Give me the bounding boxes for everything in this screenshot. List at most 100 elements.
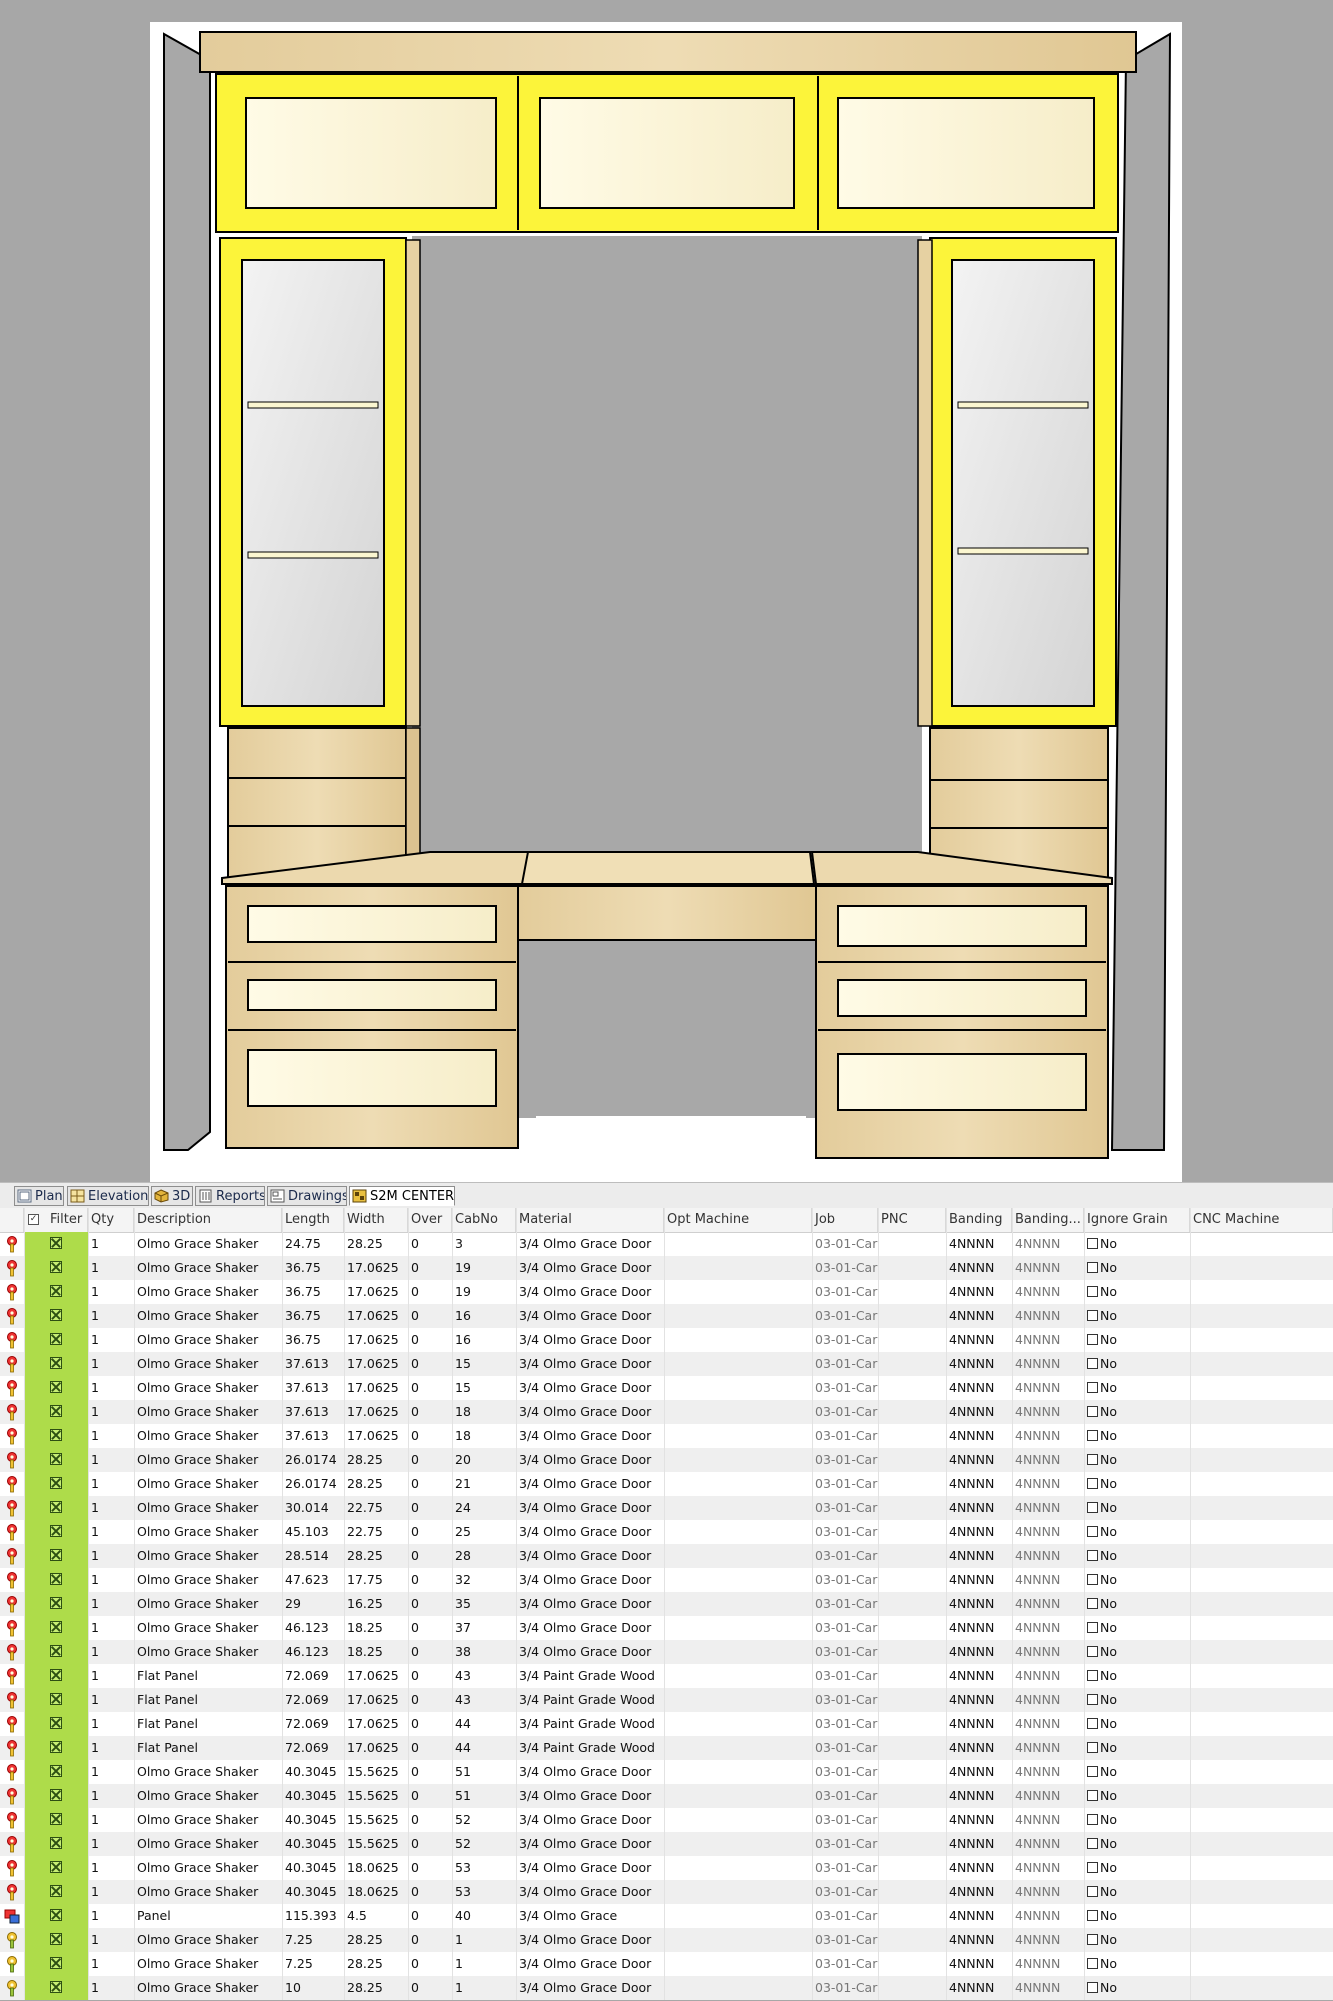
filter-checkbox-icon[interactable] (50, 1381, 62, 1393)
ignore-grain-checkbox[interactable] (1087, 1382, 1098, 1393)
filter-cell[interactable] (24, 1472, 88, 1496)
table-row[interactable]: 1 Olmo Grace Shaker 40.3045 18.0625 0 53 3/4 O… (0, 1856, 1333, 1880)
header-width[interactable]: Width (344, 1208, 408, 1232)
filter-checkbox-icon[interactable] (50, 1453, 62, 1465)
ignore-grain-checkbox[interactable] (1087, 1598, 1098, 1609)
ignore-grain-checkbox[interactable] (1087, 1502, 1098, 1513)
ignore-grain-checkbox[interactable] (1087, 1430, 1098, 1441)
tab-drawings[interactable]: Drawings (267, 1186, 347, 1206)
ignore-grain-checkbox[interactable] (1087, 1934, 1098, 1945)
header-cnc-machine[interactable]: CNC Machine (1190, 1208, 1333, 1232)
filter-checkbox-icon[interactable] (50, 1429, 62, 1441)
ignore-grain-cell[interactable]: No (1084, 1688, 1190, 1712)
filter-cell[interactable] (24, 1688, 88, 1712)
table-row[interactable]: 1 Olmo Grace Shaker 37.613 17.0625 0 15 3/4 Ol… (0, 1376, 1333, 1400)
filter-checkbox-icon[interactable] (50, 1933, 62, 1945)
table-row[interactable]: 1 Olmo Grace Shaker 37.613 17.0625 0 15 3/4 Ol… (0, 1352, 1333, 1376)
header-over[interactable]: Over (408, 1208, 452, 1232)
table-row[interactable]: 1 Olmo Grace Shaker 29 16.25 0 35 3/4 Olmo Gra… (0, 1592, 1333, 1616)
ignore-grain-cell[interactable]: No (1084, 1952, 1190, 1976)
ignore-grain-cell[interactable]: No (1084, 1664, 1190, 1688)
tab-3d[interactable]: 3D (151, 1186, 193, 1206)
ignore-grain-cell[interactable]: No (1084, 1280, 1190, 1304)
tab-s2m-center[interactable]: S2M CENTER (349, 1186, 455, 1206)
filter-checkbox-icon[interactable] (50, 1645, 62, 1657)
filter-cell[interactable] (24, 1568, 88, 1592)
ignore-grain-cell[interactable]: No (1084, 1544, 1190, 1568)
filter-cell[interactable] (24, 1712, 88, 1736)
ignore-grain-checkbox[interactable] (1087, 1670, 1098, 1681)
table-row[interactable]: 1 Olmo Grace Shaker 36.75 17.0625 0 19 3/4 Olm… (0, 1280, 1333, 1304)
ignore-grain-cell[interactable]: No (1084, 1592, 1190, 1616)
filter-checkbox-icon[interactable] (50, 1309, 62, 1321)
table-row[interactable]: 1 Olmo Grace Shaker 37.613 17.0625 0 18 3/4 Ol… (0, 1400, 1333, 1424)
tab-plan[interactable]: Plan (14, 1186, 64, 1206)
ignore-grain-cell[interactable]: No (1084, 1616, 1190, 1640)
filter-cell[interactable] (24, 1904, 88, 1928)
filter-checkbox-icon[interactable] (50, 1597, 62, 1609)
ignore-grain-cell[interactable]: No (1084, 1760, 1190, 1784)
header-material[interactable]: Material (516, 1208, 664, 1232)
filter-checkbox-icon[interactable] (50, 1837, 62, 1849)
filter-checkbox-icon[interactable] (50, 1909, 62, 1921)
ignore-grain-cell[interactable]: No (1084, 1328, 1190, 1352)
filter-checkbox-icon[interactable] (50, 1669, 62, 1681)
ignore-grain-checkbox[interactable] (1087, 1646, 1098, 1657)
ignore-grain-cell[interactable]: No (1084, 1232, 1190, 1256)
table-row[interactable]: 1 Olmo Grace Shaker 40.3045 15.5625 0 52 3/4 O… (0, 1832, 1333, 1856)
filter-cell[interactable] (24, 1928, 88, 1952)
ignore-grain-checkbox[interactable] (1087, 1358, 1098, 1369)
ignore-grain-cell[interactable]: No (1084, 1304, 1190, 1328)
table-row[interactable]: 1 Olmo Grace Shaker 28.514 28.25 0 28 3/4 Olmo… (0, 1544, 1333, 1568)
ignore-grain-cell[interactable]: No (1084, 1808, 1190, 1832)
filter-cell[interactable] (24, 1544, 88, 1568)
header-cabno[interactable]: CabNo (452, 1208, 516, 1232)
table-row[interactable]: 1 Olmo Grace Shaker 36.75 17.0625 0 16 3/4 Olm… (0, 1304, 1333, 1328)
ignore-grain-checkbox[interactable] (1087, 1262, 1098, 1273)
filter-checkbox-icon[interactable] (50, 1861, 62, 1873)
table-row[interactable]: 1 Olmo Grace Shaker 26.0174 28.25 0 20 3/4 Olm… (0, 1448, 1333, 1472)
ignore-grain-checkbox[interactable] (1087, 1238, 1098, 1249)
tab-elevation[interactable]: Elevation (67, 1186, 149, 1206)
ignore-grain-checkbox[interactable] (1087, 1478, 1098, 1489)
ignore-grain-checkbox[interactable] (1087, 1862, 1098, 1873)
ignore-grain-checkbox[interactable] (1087, 1694, 1098, 1705)
filter-cell[interactable] (24, 1424, 88, 1448)
filter-checkbox-icon[interactable] (50, 1981, 62, 1993)
header-qty[interactable]: Qty (88, 1208, 134, 1232)
table-row[interactable]: 1 Olmo Grace Shaker 26.0174 28.25 0 21 3/4 Olm… (0, 1472, 1333, 1496)
ignore-grain-cell[interactable]: No (1084, 1784, 1190, 1808)
ignore-grain-checkbox[interactable] (1087, 1718, 1098, 1729)
ignore-grain-checkbox[interactable] (1087, 1286, 1098, 1297)
filter-cell[interactable] (24, 1592, 88, 1616)
ignore-grain-cell[interactable]: No (1084, 1640, 1190, 1664)
filter-checkbox-icon[interactable] (50, 1693, 62, 1705)
filter-checkbox-icon[interactable] (50, 1333, 62, 1345)
ignore-grain-checkbox[interactable] (1087, 1958, 1098, 1969)
ignore-grain-cell[interactable]: No (1084, 1832, 1190, 1856)
filter-cell[interactable] (24, 1976, 88, 2000)
ignore-grain-cell[interactable]: No (1084, 1472, 1190, 1496)
filter-checkbox-icon[interactable] (50, 1741, 62, 1753)
filter-cell[interactable] (24, 1376, 88, 1400)
ignore-grain-checkbox[interactable] (1087, 1334, 1098, 1345)
table-row[interactable]: 1 Olmo Grace Shaker 30.014 22.75 0 24 3/4 Olmo… (0, 1496, 1333, 1520)
ignore-grain-checkbox[interactable] (1087, 1742, 1098, 1753)
filter-cell[interactable] (24, 1640, 88, 1664)
filter-checkbox-icon[interactable] (50, 1813, 62, 1825)
header-banding[interactable]: Banding (946, 1208, 1012, 1232)
table-row[interactable]: 1 Olmo Grace Shaker 45.103 22.75 0 25 3/4 Olmo… (0, 1520, 1333, 1544)
ignore-grain-checkbox[interactable] (1087, 1814, 1098, 1825)
filter-cell[interactable] (24, 1664, 88, 1688)
filter-cell[interactable] (24, 1736, 88, 1760)
parts-grid[interactable]: ✓ Filter Qty Description Length Width Ov… (0, 1208, 1333, 2000)
filter-cell[interactable] (24, 1856, 88, 1880)
filter-cell[interactable] (24, 1448, 88, 1472)
ignore-grain-cell[interactable]: No (1084, 1904, 1190, 1928)
ignore-grain-checkbox[interactable] (1087, 1790, 1098, 1801)
filter-checkbox-icon[interactable] (50, 1261, 62, 1273)
table-row[interactable]: 1 Olmo Grace Shaker 40.3045 18.0625 0 53 3/4 O… (0, 1880, 1333, 1904)
table-row[interactable]: 1 Olmo Grace Shaker 7.25 28.25 0 1 3/4 Olmo Gr… (0, 1928, 1333, 1952)
ignore-grain-cell[interactable]: No (1084, 1400, 1190, 1424)
filter-cell[interactable] (24, 1880, 88, 1904)
